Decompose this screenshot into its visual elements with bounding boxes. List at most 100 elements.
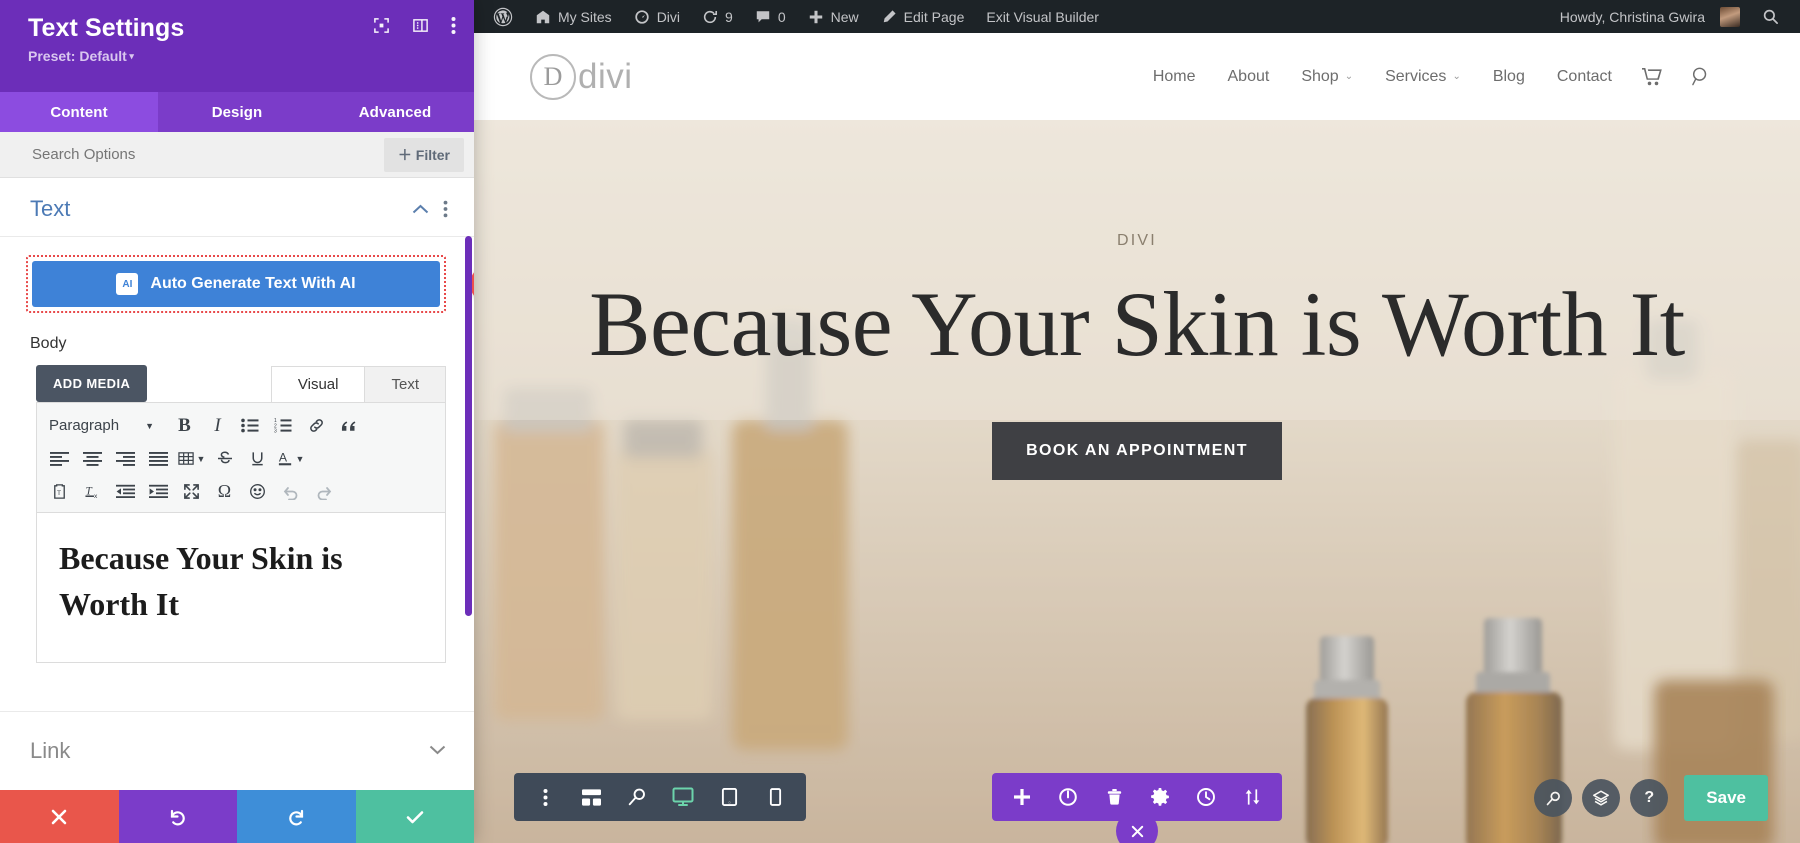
logo-mark: D [530,53,576,100]
filter-button[interactable]: ＋ Filter [383,137,464,172]
hero-content: DIVI Because Your Skin is Worth It BOOK … [474,232,1800,480]
vb-settings-icon[interactable] [1140,777,1180,817]
bold-icon[interactable]: B [168,411,201,441]
vb-tablet-icon[interactable] [708,777,750,817]
vb-sort-icon[interactable] [1232,777,1272,817]
exit-visual-builder-link[interactable]: Exit Visual Builder [975,0,1110,33]
toolbar-row-3: T T x Ω [43,475,441,508]
special-character-icon[interactable]: Ω [208,477,241,507]
emoji-icon[interactable] [241,477,274,507]
book-appointment-button[interactable]: BOOK AN APPOINTMENT [992,421,1282,480]
nav-item-contact[interactable]: Contact [1541,68,1628,86]
nav-item-shop[interactable]: Shop ⌄ [1285,68,1369,86]
undo-icon[interactable] [274,477,307,507]
redo-button[interactable] [237,790,356,843]
vb-save-button[interactable]: Save [1684,775,1768,821]
text-color-icon[interactable]: A ▼ [274,444,307,474]
search-input[interactable] [32,146,376,163]
vb-help-icon[interactable]: ? [1630,779,1669,817]
my-sites-menu[interactable]: My Sites [524,0,623,33]
caret-down-icon: ▾ [126,51,134,61]
editor-content-area[interactable]: Because Your Skin is Worth It [36,513,446,663]
wordpress-logo[interactable] [482,0,524,33]
paragraph-format-select[interactable]: Paragraph ▼ [43,417,162,434]
link-section-header[interactable]: Link [0,711,474,790]
strikethrough-icon[interactable] [208,444,241,474]
vb-search-icon[interactable] [1534,779,1573,817]
align-left-icon[interactable] [43,444,76,474]
link-icon[interactable] [300,411,333,441]
updates-menu[interactable]: 9 [691,0,744,33]
redo-icon[interactable] [307,477,340,507]
tab-text[interactable]: Text [365,366,446,402]
vb-add-icon[interactable] [1002,777,1042,817]
blockquote-icon[interactable] [333,411,366,441]
more-vertical-icon[interactable] [443,200,448,218]
more-vertical-icon[interactable] [451,16,456,35]
new-content-menu[interactable]: New [797,0,870,33]
align-justify-icon[interactable] [142,444,175,474]
focus-icon[interactable] [373,17,390,34]
admin-bar-right: Howdy, Christina Gwira [1549,0,1790,33]
dashboard-icon [635,9,649,24]
outdent-icon[interactable] [109,477,142,507]
nav-item-about[interactable]: About [1212,68,1286,86]
fullscreen-icon[interactable] [175,477,208,507]
numbered-list-icon[interactable]: 1 2 3 [267,411,300,441]
site-name-menu[interactable]: Divi [623,0,691,33]
vb-layers-icon[interactable] [1582,779,1621,817]
bulleted-list-icon[interactable] [234,411,267,441]
vb-delete-icon[interactable] [1094,777,1134,817]
chevron-down-icon[interactable] [429,742,446,760]
editor-body-text: Because Your Skin is Worth It [59,540,343,623]
save-changes-button[interactable] [355,790,474,843]
underline-icon[interactable] [241,444,274,474]
panel-footer [0,790,474,843]
vb-power-icon[interactable] [1048,777,1088,817]
vb-history-icon[interactable] [1186,777,1226,817]
tab-advanced[interactable]: Advanced [316,92,474,132]
search-icon[interactable] [1677,66,1726,87]
site-name-label: Divi [656,8,681,25]
pencil-icon [883,9,896,22]
vb-zoom-icon[interactable] [616,777,658,817]
italic-icon[interactable]: I [201,411,234,441]
editor-mode-tabs: Visual Text [270,366,446,402]
nav-item-services[interactable]: Services ⌄ [1369,68,1477,86]
comments-menu[interactable]: 0 [744,0,797,33]
chevron-up-icon[interactable] [412,204,429,215]
preset-selector[interactable]: Preset: Default ▾ [28,48,454,64]
add-media-button[interactable]: ADD MEDIA [36,365,148,402]
discard-changes-button[interactable] [0,790,119,843]
edit-page-link[interactable]: Edit Page [870,0,976,33]
nav-item-home[interactable]: Home [1137,68,1212,86]
close-icon [1131,825,1143,837]
tab-design[interactable]: Design [158,92,316,132]
cart-icon[interactable] [1628,67,1677,86]
site-logo[interactable]: D divi [530,53,633,100]
auto-generate-text-with-ai-button[interactable]: AI Auto Generate Text With AI [32,261,440,307]
undo-button[interactable] [118,790,237,843]
admin-search-icon[interactable] [1751,0,1790,33]
panel-scrollbar[interactable] [465,236,472,616]
align-center-icon[interactable] [76,444,109,474]
vb-desktop-icon[interactable] [662,777,704,817]
tab-visual[interactable]: Visual [270,366,366,402]
vb-more-icon[interactable] [524,777,566,817]
layout-panel-icon[interactable] [412,17,429,34]
svg-text:T: T [57,490,61,497]
indent-icon[interactable] [142,477,175,507]
updates-icon [703,10,718,23]
align-right-icon[interactable] [109,444,142,474]
tab-content[interactable]: Content [0,92,158,132]
clear-formatting-icon[interactable]: T x [76,477,109,507]
vb-phone-icon[interactable] [754,777,796,817]
panel-body: Text AI Auto Generate Text With AI 1 Bod… [0,178,474,790]
chevron-down-icon: ⌄ [1452,71,1461,82]
account-menu[interactable]: Howdy, Christina Gwira [1549,0,1751,33]
table-icon[interactable]: ▼ [175,444,208,474]
vb-wireframe-icon[interactable] [570,777,612,817]
nav-item-blog[interactable]: Blog [1477,68,1541,86]
panel-header-icons [373,16,456,35]
paste-as-text-icon[interactable]: T [43,477,76,507]
